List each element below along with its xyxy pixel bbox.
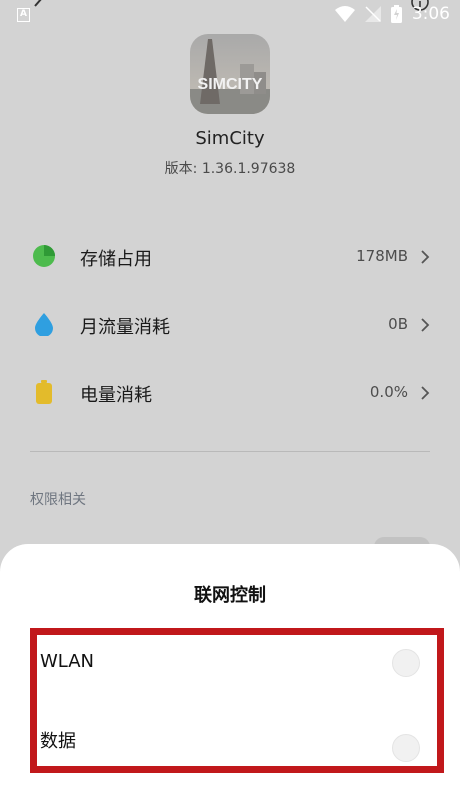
status-time: 3:06 (411, 4, 450, 24)
highlight-box (30, 628, 444, 773)
app-name: SimCity (195, 128, 265, 149)
network-control-sheet: 联网控制 WLAN 数据 (0, 544, 460, 789)
wifi-icon (334, 6, 355, 22)
battery-usage-row[interactable]: 电量消耗 0.0% (0, 372, 460, 412)
data-usage-label: 月流量消耗 (80, 317, 170, 338)
mobile-data-radio[interactable] (392, 734, 420, 762)
battery-charging-icon (390, 5, 402, 23)
divider (30, 451, 430, 452)
no-signal-icon (364, 6, 381, 22)
battery-usage-value: 0.0% (369, 383, 408, 401)
sheet-title: 联网控制 (194, 585, 266, 606)
status-bar: A 3:06 (0, 0, 460, 28)
battery-icon (36, 380, 52, 404)
app-icon: SIMCITY (190, 34, 270, 114)
data-usage-value: 0B (388, 315, 408, 333)
chevron-right-icon (421, 386, 430, 400)
app-version: 版本: 1.36.1.97638 (164, 161, 296, 177)
chevron-right-icon (421, 250, 430, 264)
wlan-radio[interactable] (392, 649, 420, 677)
back-arrow-icon[interactable] (28, 0, 48, 14)
mobile-data-option-label[interactable]: 数据 (40, 727, 76, 753)
wlan-option-label[interactable]: WLAN (40, 651, 94, 672)
storage-label: 存储占用 (80, 249, 152, 270)
pie-chart-icon (33, 245, 55, 267)
storage-value: 178MB (356, 247, 408, 265)
water-drop-icon (35, 313, 53, 336)
chevron-right-icon (421, 318, 430, 332)
svg-text:SIMCITY: SIMCITY (198, 76, 263, 93)
permissions-section-title: 权限相关 (30, 492, 86, 508)
storage-row[interactable]: 存储占用 178MB (0, 236, 460, 276)
data-usage-row[interactable]: 月流量消耗 0B (0, 304, 460, 344)
battery-usage-label: 电量消耗 (80, 385, 152, 406)
